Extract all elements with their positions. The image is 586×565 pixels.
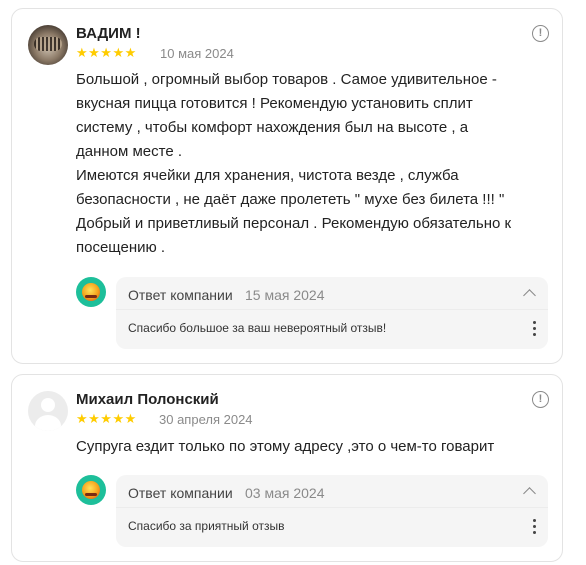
author-avatar[interactable] — [28, 391, 68, 431]
review-text-line: систему , чтобы комфорт нахождения был н… — [76, 119, 469, 136]
chevron-up-icon[interactable] — [523, 289, 536, 302]
review-text-line: безопасности , не даёт даже пролететь " … — [76, 191, 505, 208]
reply-divider — [116, 507, 548, 508]
review-date: 10 мая 2024 — [160, 46, 234, 61]
review-text: Большой , огромный выбор товаров . Самое… — [76, 68, 552, 260]
review-text-line: Имеются ячейки для хранения, чистота вез… — [76, 167, 459, 184]
reply-text: Спасибо за приятный отзыв — [128, 519, 285, 533]
review-text-line: Добрый и приветливый персонал . Рекоменд… — [76, 215, 512, 232]
reply-text: Спасибо большое за ваш невероятный отзыв… — [128, 321, 387, 335]
review-card: ВАДИМ ! ★★★★★ 10 мая 2024 ! Большой , ог… — [11, 8, 563, 364]
reply-label: Ответ компании — [128, 485, 233, 501]
author-name[interactable]: ВАДИМ ! — [76, 25, 141, 42]
more-vertical-icon[interactable] — [533, 519, 537, 535]
review-text-line: Супруга ездит только по этому адресу ,эт… — [76, 438, 495, 455]
chevron-up-icon[interactable] — [523, 487, 536, 500]
rating-stars-text: ★★★★★ — [76, 45, 137, 60]
info-icon[interactable]: ! — [532, 391, 549, 408]
review-text-line: данном месте . — [76, 143, 183, 160]
rating-stars: ★★★★★ — [76, 46, 137, 60]
review-text: Супруга ездит только по этому адресу ,эт… — [76, 435, 552, 459]
more-vertical-icon[interactable] — [533, 321, 537, 337]
author-avatar[interactable] — [28, 25, 68, 65]
review-date: 30 апреля 2024 — [159, 412, 253, 427]
review-text-line: вкусная пицца готовится ! Рекомендую уст… — [76, 95, 473, 112]
company-reply: Ответ компании 15 мая 2024 Спасибо больш… — [116, 277, 548, 349]
info-icon[interactable]: ! — [532, 25, 549, 42]
review-text-line: Большой , огромный выбор товаров . Самое… — [76, 71, 497, 88]
company-logo — [76, 475, 106, 505]
rating-stars-text: ★★★★★ — [76, 411, 137, 426]
rating-stars: ★★★★★ — [76, 412, 137, 426]
reply-date: 15 мая 2024 — [245, 287, 325, 303]
reply-label: Ответ компании — [128, 287, 233, 303]
company-logo — [76, 277, 106, 307]
reply-date: 03 мая 2024 — [245, 485, 325, 501]
review-card: Михаил Полонский ★★★★★ 30 апреля 2024 ! … — [11, 374, 563, 562]
review-text-line: посещению . — [76, 239, 166, 256]
reply-divider — [116, 309, 548, 310]
company-reply: Ответ компании 03 мая 2024 Спасибо за пр… — [116, 475, 548, 547]
author-name[interactable]: Михаил Полонский — [76, 391, 219, 408]
